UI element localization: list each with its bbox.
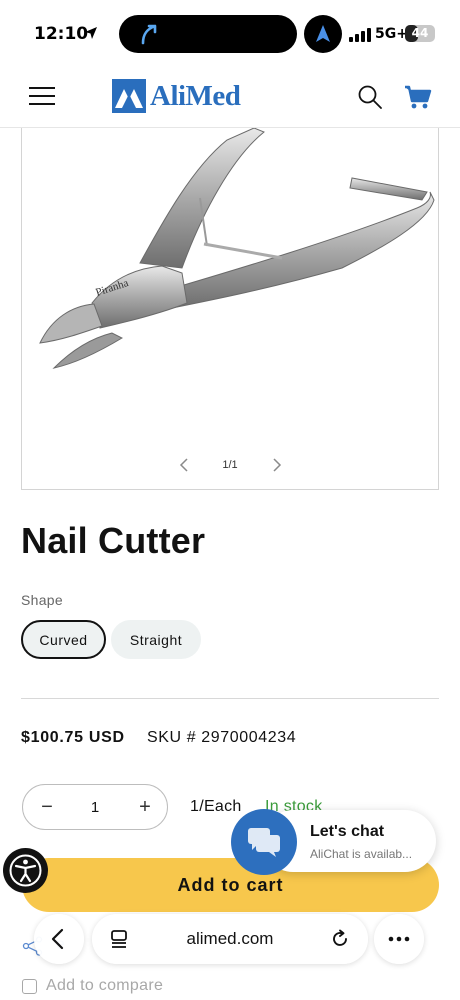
cellular-signal-icon [349, 28, 371, 42]
compare-label: Add to compare [46, 977, 164, 994]
compare-checkbox[interactable] [22, 978, 37, 994]
navigation-arrow-icon [316, 25, 330, 42]
location-arrow-icon [85, 27, 97, 39]
product-sku: SKU # 2970004234 [147, 729, 297, 746]
battery-icon: 44 [405, 25, 435, 42]
product-gallery[interactable]: Piranha 1/1 [21, 128, 439, 490]
status-bar: 12:10 5G+ 44 [0, 0, 460, 66]
accessibility-button[interactable] [3, 848, 48, 893]
gallery-counter: 1/1 [222, 459, 238, 471]
chat-subtitle: AliChat is availab... [310, 847, 413, 861]
shape-label: Shape [21, 592, 63, 608]
chat-title: Let's chat [310, 823, 385, 840]
gallery-prev-icon[interactable] [176, 456, 194, 474]
logo-text: AliMed [150, 79, 241, 112]
shape-option-curved[interactable]: Curved [21, 620, 106, 659]
product-price: $100.75 USD [21, 729, 125, 746]
activity-arrow-icon [141, 24, 157, 45]
reload-icon[interactable] [330, 929, 350, 949]
chevron-left-icon [51, 928, 64, 950]
accessibility-icon [9, 854, 42, 887]
gallery-next-icon[interactable] [267, 456, 285, 474]
chat-launcher-button[interactable] [231, 809, 297, 875]
logo-mark-icon [112, 79, 146, 113]
shape-option-straight[interactable]: Straight [111, 620, 201, 659]
site-header: AliMed [0, 66, 460, 128]
search-icon[interactable] [357, 84, 383, 110]
url-text: alimed.com [186, 929, 274, 948]
nail-cutter-image: Piranha [39, 128, 435, 369]
chat-bubbles-icon [248, 828, 280, 857]
browser-back-button[interactable] [34, 914, 84, 964]
cart-icon[interactable] [404, 84, 432, 110]
product-title: Nail Cutter [21, 520, 206, 561]
quantity-stepper: − 1 + [22, 784, 168, 830]
status-time: 12:10 [34, 24, 89, 44]
menu-icon[interactable] [29, 86, 55, 106]
alimed-logo[interactable]: AliMed [112, 79, 241, 113]
quantity-increase-button[interactable]: + [133, 795, 157, 819]
quantity-decrease-button[interactable]: − [35, 795, 59, 819]
battery-percent: 44 [411, 26, 429, 40]
tab-overview-icon[interactable] [109, 929, 129, 949]
quantity-input[interactable]: 1 [73, 799, 117, 816]
browser-toolbar: alimed.com [0, 912, 460, 970]
divider [21, 698, 439, 699]
address-bar[interactable]: alimed.com [92, 914, 368, 964]
network-type: 5G+ [375, 26, 408, 42]
browser-more-button[interactable] [374, 914, 424, 964]
navigation-activity [304, 15, 342, 53]
add-to-compare[interactable]: Add to compare [22, 976, 163, 996]
ellipsis-icon [388, 936, 410, 942]
